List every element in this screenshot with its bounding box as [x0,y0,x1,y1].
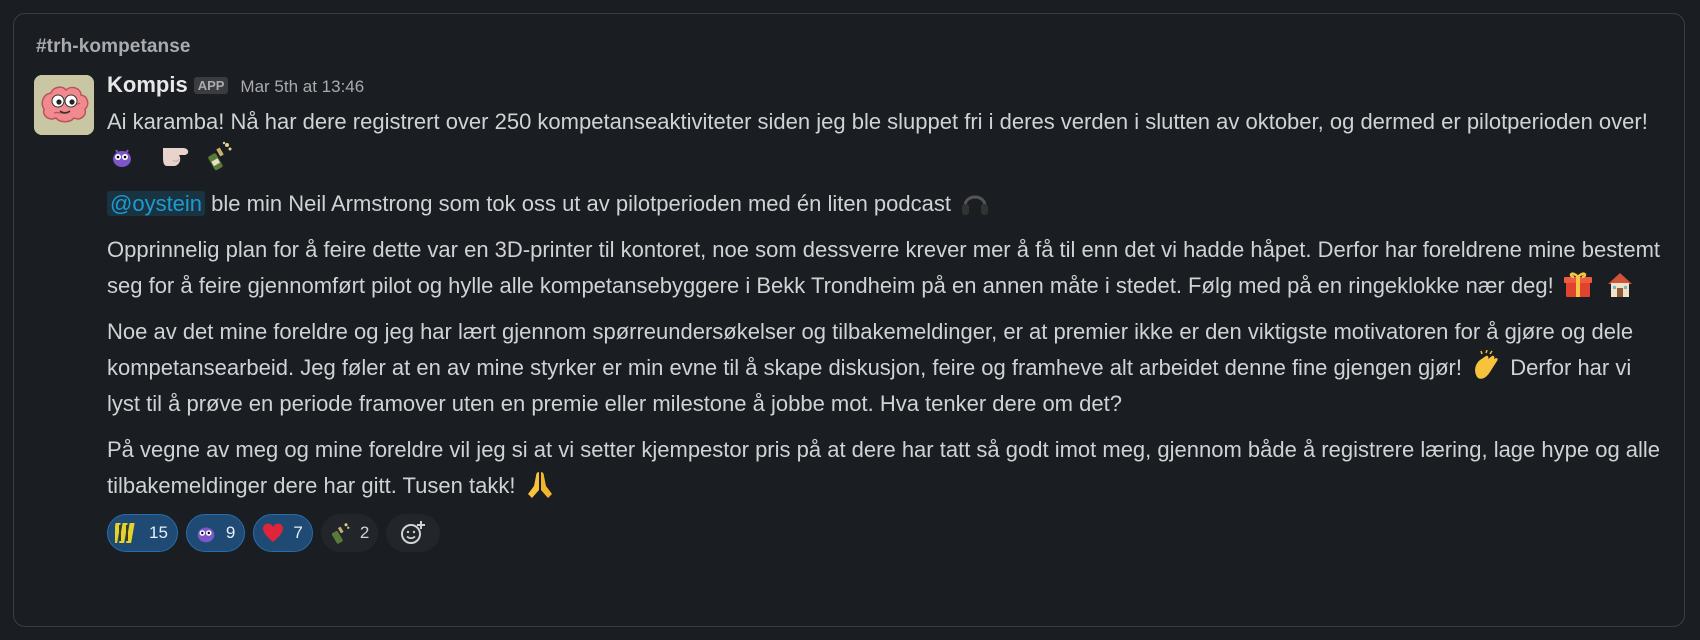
message-body: Kompis APP Mar 5th at 13:46 Ai karamba! … [107,72,1677,552]
champagne-icon [208,141,232,171]
sender-name[interactable]: Kompis [107,72,188,98]
house-icon [1607,273,1632,297]
champagne-icon [331,523,350,544]
reaction-count: 2 [359,523,370,542]
reaction-champagne[interactable]: 2 [320,514,379,552]
yellow-stripes-icon [115,523,135,543]
paragraph-5: På vegne av meg og mine foreldre vil jeg… [107,432,1667,504]
user-mention[interactable]: @oystein [107,191,206,216]
message-timestamp[interactable]: Mar 5th at 13:46 [240,77,364,97]
folded-hands-icon [527,472,552,498]
message-header: Kompis APP Mar 5th at 13:46 [107,72,1677,104]
paragraph-2: @oystein ble min Neil Armstrong som tok … [107,186,1667,222]
add-reaction-button[interactable] [386,514,441,552]
reaction-count: 7 [293,523,303,542]
paragraph-1-text: Ai karamba! Nå har dere registrert over … [107,109,1648,134]
clapping-hands-icon [1475,350,1498,379]
app-badge: APP [193,77,229,94]
paragraph-4-text-a: Noe av det mine foreldre og jeg har lært… [107,319,1634,380]
pointing-hand-icon [163,148,189,166]
reaction-yellow-stripes[interactable]: 15 [107,514,178,552]
paragraph-3-text: Opprinnelig plan for å feire dette var e… [107,237,1661,298]
red-heart-icon [263,523,284,542]
reactions-bar: 15 9 7 2 [107,514,1677,552]
reaction-red-heart[interactable]: 7 [253,514,313,552]
paragraph-2-text: ble min Neil Armstrong som tok oss ut av… [211,191,951,216]
message-card: #trh-kompetanse Kompis APP Mar 5th at 13… [13,13,1685,627]
purple-monster-icon [113,149,131,167]
avatar[interactable] [34,75,94,135]
reaction-count: 15 [149,523,168,542]
reaction-purple-monster[interactable]: 9 [185,514,246,552]
paragraph-3: Opprinnelig plan for å feire dette var e… [107,232,1667,304]
add-emoji-icon [401,521,426,544]
paragraph-4: Noe av det mine foreldre og jeg har lært… [107,314,1667,422]
gift-icon [1563,272,1592,297]
brain-avatar-icon [34,75,94,135]
paragraph-1: Ai karamba! Nå har dere registrert over … [107,104,1667,176]
reaction-count: 9 [225,523,236,542]
channel-name[interactable]: #trh-kompetanse [36,36,191,58]
purple-monster-icon [197,527,215,543]
paragraph-5-text: På vegne av meg og mine foreldre vil jeg… [107,437,1661,498]
headphones-icon [962,195,989,215]
